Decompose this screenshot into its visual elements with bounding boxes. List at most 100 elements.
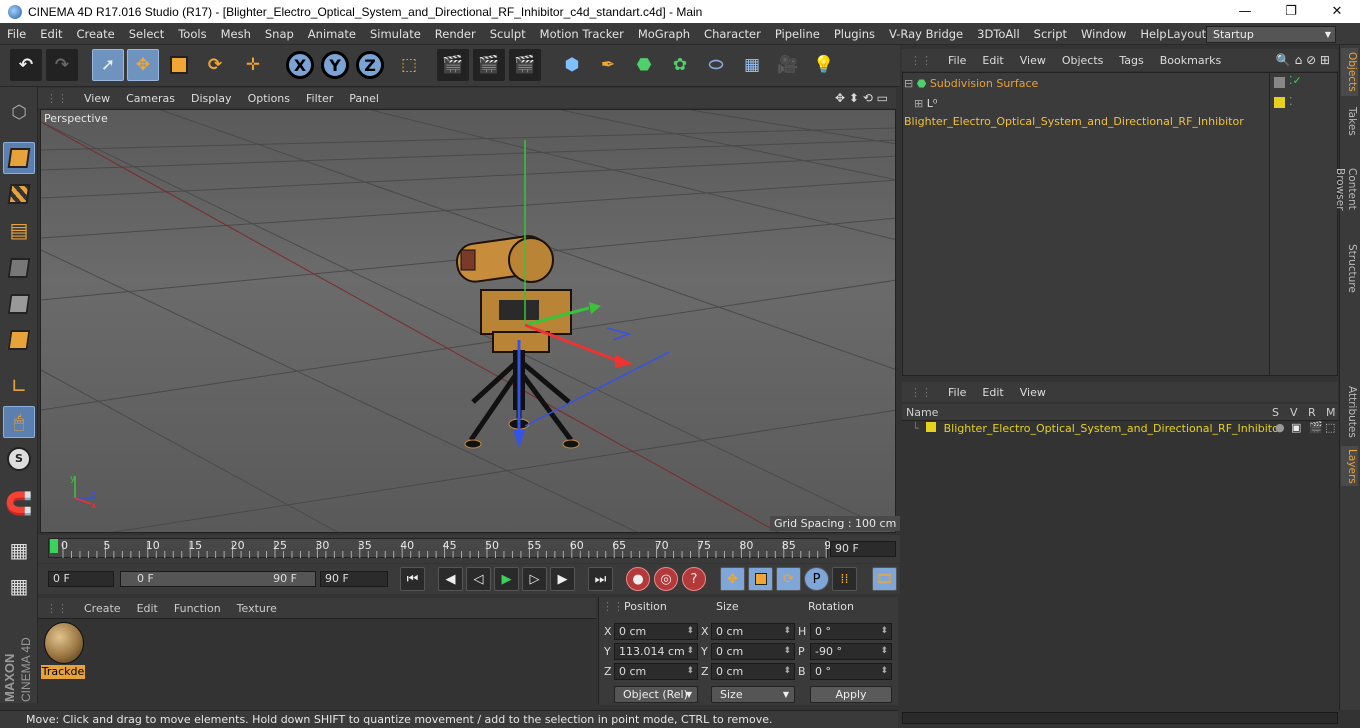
layer-color-swatch[interactable] [926, 422, 937, 432]
layers-menu-view[interactable]: View [1012, 386, 1054, 399]
quantize-icon[interactable]: ▦ [3, 570, 35, 602]
objects-search-icon[interactable]: 🔍 ⌂ ⊘ ⊞ [1268, 53, 1338, 67]
material-menu-create[interactable]: Create [76, 602, 129, 615]
rotation-h-field[interactable]: 0 ° [810, 623, 892, 640]
y-axis-lock-button[interactable]: Y [321, 51, 349, 79]
solo-mode-icon[interactable]: S [3, 443, 35, 475]
render-settings-icon[interactable]: 🎬 [509, 49, 541, 81]
workplane-mode-icon[interactable]: ▤ [3, 214, 35, 246]
viewport-nav-icons[interactable]: ✥ ⬍ ⟲ ▭ [827, 91, 896, 105]
material-menu-function[interactable]: Function [166, 602, 229, 615]
next-frame-icon[interactable]: ▷ [522, 567, 547, 591]
rotate-tool-icon[interactable]: ⟳ [199, 49, 231, 81]
menu-mesh[interactable]: Mesh [214, 27, 258, 41]
material-menu-edit[interactable]: Edit [129, 602, 166, 615]
rotation-b-field[interactable]: 0 ° [810, 663, 892, 680]
layer-solo-icon[interactable]: ● [1275, 421, 1285, 434]
tab-content-browser[interactable]: Content Browser [1334, 146, 1358, 232]
objects-menu-file[interactable]: File [940, 54, 974, 67]
object-row-subdivision[interactable]: ⊟ ⬣ Subdivision Surface [904, 75, 1268, 93]
objects-menu-objects[interactable]: Objects [1054, 54, 1112, 67]
layer-color-tag-icon[interactable] [1274, 97, 1285, 108]
layers-horizontal-scrollbar[interactable] [902, 712, 1338, 724]
enabled-check-icon[interactable]: ⁚✓ [1289, 74, 1302, 87]
tab-layers[interactable]: Layers [1341, 446, 1358, 486]
menu-plugins[interactable]: Plugins [827, 27, 882, 41]
layer-manager-icon[interactable]: ⬚ [1325, 421, 1335, 434]
deformer-bend-icon[interactable]: ⬭ [700, 49, 732, 81]
layout-select[interactable]: Startup [1206, 26, 1336, 43]
tab-takes[interactable]: Takes [1341, 104, 1358, 138]
mograph-cloner-icon[interactable]: ✿ [664, 49, 696, 81]
x-axis-lock-button[interactable]: X [286, 51, 314, 79]
material-menu-texture[interactable]: Texture [229, 602, 285, 615]
objects-menu-view[interactable]: View [1012, 54, 1054, 67]
layers-menu-edit[interactable]: Edit [974, 386, 1011, 399]
polygons-mode-icon[interactable] [3, 324, 35, 356]
render-view-icon[interactable]: 🎬 [437, 49, 469, 81]
rotation-p-field[interactable]: -90 ° [810, 643, 892, 660]
record-parameter-icon[interactable]: P [804, 567, 829, 591]
record-pla-icon[interactable]: ⁞⁞ [832, 567, 857, 591]
layer-view-icon[interactable]: ▣ [1291, 421, 1301, 434]
timeline-playhead[interactable] [50, 539, 58, 553]
objects-menu-edit[interactable]: Edit [974, 54, 1011, 67]
undo-icon[interactable]: ↶ [10, 49, 42, 81]
menu-simulate[interactable]: Simulate [363, 27, 428, 41]
viewport-menu-view[interactable]: View [76, 92, 118, 105]
keyframe-selection-icon[interactable]: ? [682, 567, 706, 591]
layer-row[interactable]: └ Blighter_Electro_Optical_System_and_Di… [904, 420, 1304, 438]
menu-file[interactable]: File [0, 27, 33, 41]
subdivision-tag-icon[interactable] [1274, 77, 1285, 88]
menu-window[interactable]: Window [1074, 27, 1133, 41]
cube-primitive-icon[interactable]: ⬢ [556, 49, 588, 81]
tab-attributes[interactable]: Attributes [1341, 384, 1358, 440]
timeline-ruler[interactable] [48, 538, 828, 558]
tab-objects[interactable]: Objects [1341, 48, 1358, 96]
position-z-field[interactable]: 0 cm [614, 663, 698, 680]
coordinate-system-icon[interactable]: ⬚ [393, 49, 425, 81]
scale-tool-icon[interactable] [163, 49, 195, 81]
current-frame-field[interactable]: 90 F [830, 541, 896, 557]
camera-icon[interactable]: 🎥 [772, 49, 804, 81]
make-editable-icon[interactable]: ⬡ [3, 96, 35, 128]
prev-key-icon[interactable]: ◀ [438, 567, 463, 591]
workplane-lock-icon[interactable]: ▦ [3, 534, 35, 566]
menu-snap[interactable]: Snap [258, 27, 301, 41]
timeline-window-icon[interactable]: 🎞 [872, 567, 897, 591]
redo-icon[interactable]: ↷ [46, 49, 78, 81]
menu-motion-tracker[interactable]: Motion Tracker [533, 27, 631, 41]
tree-collapse-icon[interactable]: ⊟ [904, 77, 913, 90]
objects-menu-bookmarks[interactable]: Bookmarks [1152, 54, 1229, 67]
transform-tool-icon[interactable]: ✛ [237, 49, 269, 81]
timeline-start-field[interactable]: 0 F [48, 571, 114, 587]
points-mode-icon[interactable] [3, 252, 35, 284]
edges-mode-icon[interactable] [3, 288, 35, 320]
object-row-blighter[interactable]: ⊞ L⁰ Blighter_Electro_Optical_System_and… [904, 95, 1268, 128]
viewport-menu-panel[interactable]: Panel [341, 92, 387, 105]
record-active-objects-icon[interactable]: ● [626, 567, 650, 591]
z-axis-lock-button[interactable]: Z [356, 51, 384, 79]
menu-character[interactable]: Character [697, 27, 768, 41]
apply-button[interactable]: Apply [810, 686, 892, 703]
viewport-menu-filter[interactable]: Filter [298, 92, 341, 105]
autokeying-icon[interactable]: ◎ [654, 567, 678, 591]
snap-magnet-icon[interactable]: 🧲 [3, 488, 35, 520]
3d-viewport[interactable]: y z x [40, 109, 896, 533]
menu-vray-bridge[interactable]: V-Ray Bridge [882, 27, 970, 41]
material-name-label[interactable]: Trackde [41, 665, 85, 679]
menu-animate[interactable]: Animate [301, 27, 363, 41]
menu-select[interactable]: Select [122, 27, 171, 41]
next-key-icon[interactable]: ▶ [550, 567, 575, 591]
size-mode-select[interactable]: Size [711, 686, 795, 703]
timeline-end-field[interactable]: 90 F [320, 571, 388, 587]
goto-end-icon[interactable]: ⏭ [588, 567, 613, 591]
play-icon[interactable]: ▶ [494, 567, 519, 591]
prev-frame-icon[interactable]: ◁ [466, 567, 491, 591]
axis-mode-icon[interactable]: ∟ [3, 370, 35, 402]
layers-menu-file[interactable]: File [940, 386, 974, 399]
objects-menu-tags[interactable]: Tags [1111, 54, 1151, 67]
pen-spline-icon[interactable]: ✒ [592, 49, 624, 81]
menu-mograph[interactable]: MoGraph [631, 27, 697, 41]
model-mode-icon[interactable] [3, 142, 35, 174]
